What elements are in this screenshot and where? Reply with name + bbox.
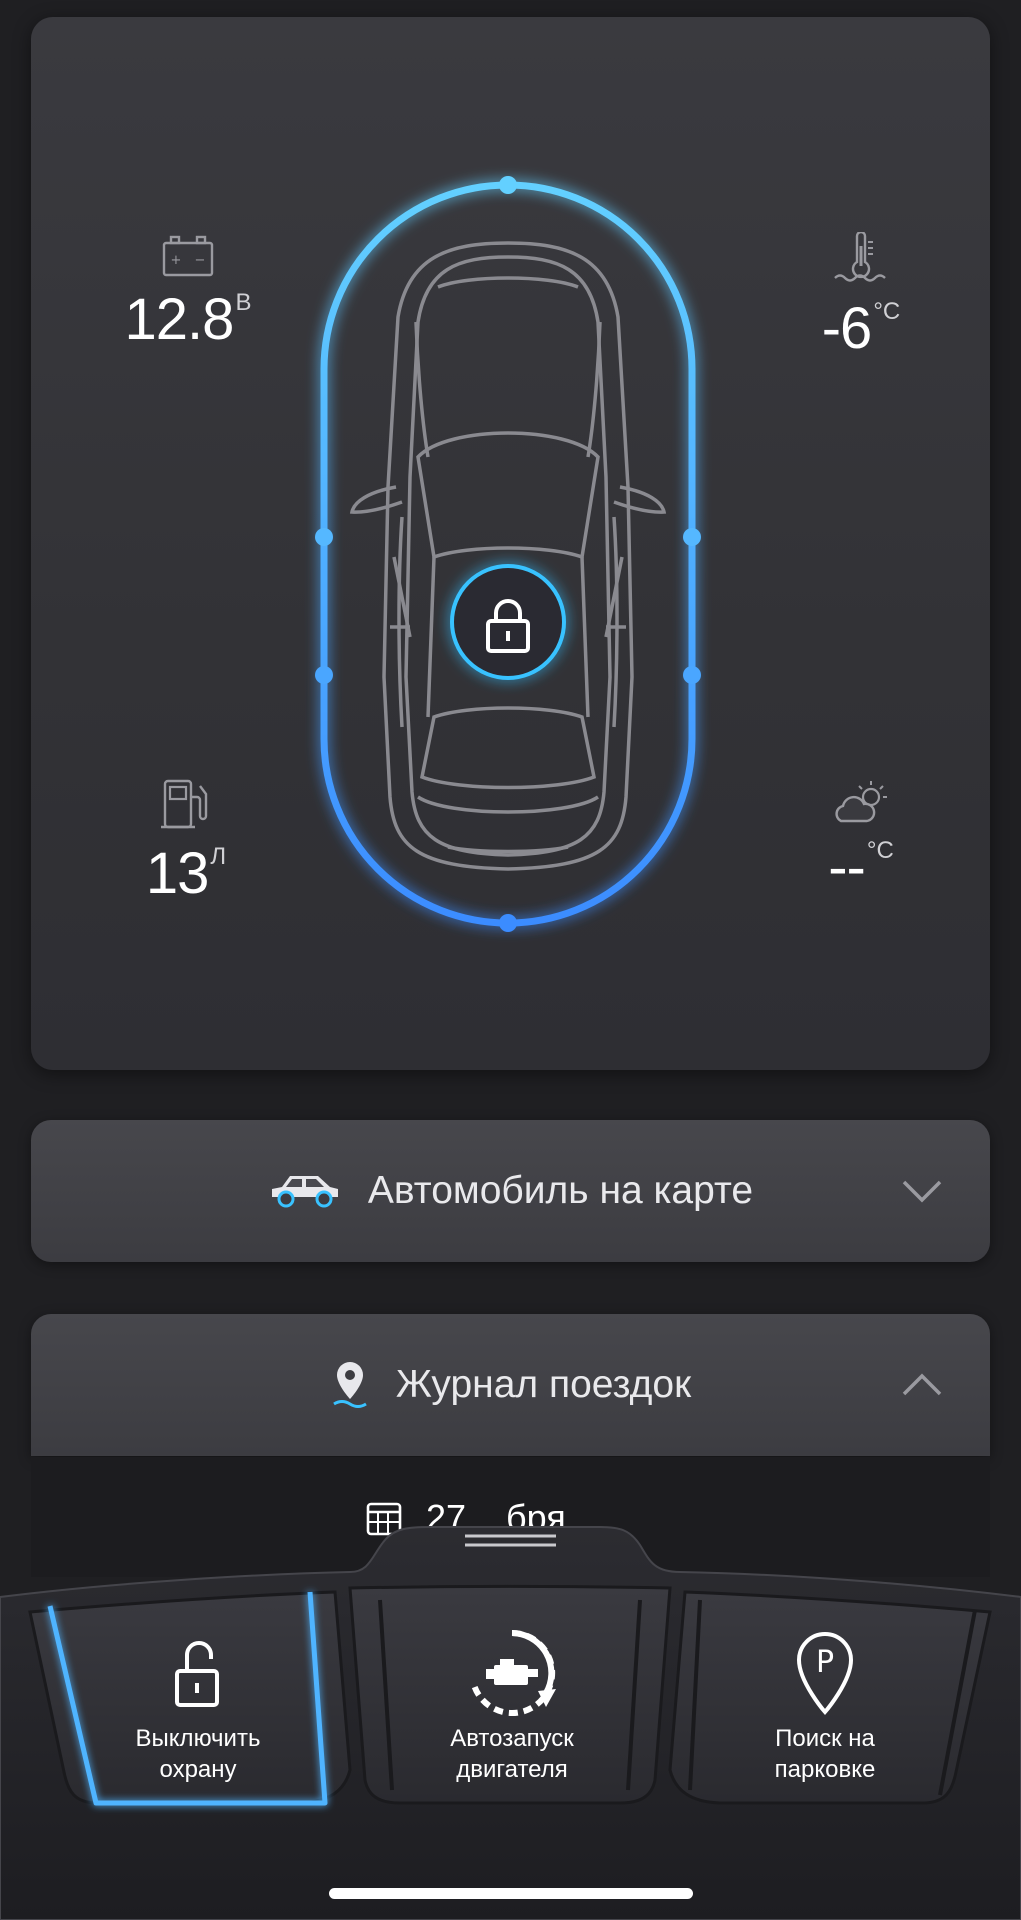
parking-pin-icon: P bbox=[796, 1631, 854, 1716]
trip-log-section[interactable]: Журнал поездок bbox=[31, 1314, 990, 1456]
quick-actions-panel: Выключить охрану Автозапуск двигателя P … bbox=[0, 1500, 1021, 1920]
engine-start-icon bbox=[471, 1629, 556, 1716]
engine-temp-unit: °C bbox=[873, 298, 901, 325]
engine-autostart-button[interactable]: Автозапуск двигателя bbox=[365, 1595, 660, 1805]
fuel-unit: Л bbox=[210, 843, 227, 870]
disarm-button[interactable]: Выключить охрану bbox=[45, 1595, 340, 1805]
disarm-label: Выключить охрану bbox=[135, 1725, 261, 1783]
home-indicator[interactable] bbox=[329, 1888, 693, 1899]
trip-log-title: Журнал поездок bbox=[395, 1363, 692, 1406]
outside-temp-value: -- bbox=[828, 835, 866, 900]
engine-autostart-label: Автозапуск двигателя bbox=[450, 1725, 574, 1783]
engine-temp-value: -6 bbox=[821, 296, 873, 361]
car-outline bbox=[349, 241, 667, 871]
fuel-metric: 13Л bbox=[106, 775, 266, 903]
coolant-temperature-icon bbox=[834, 232, 886, 282]
car-security-visual[interactable] bbox=[298, 157, 718, 947]
battery-voltage: 12.8 bbox=[124, 287, 235, 352]
car-on-map-section[interactable]: Автомобиль на карте bbox=[31, 1120, 990, 1262]
svg-text:+: + bbox=[171, 253, 182, 268]
parking-search-label: Поиск на парковке bbox=[774, 1725, 876, 1783]
outside-temp-metric: --°C bbox=[781, 779, 941, 897]
vehicle-status-card: + − 12.8В -6°C 13Л --°C bbox=[31, 17, 990, 1070]
partly-cloudy-icon bbox=[835, 781, 887, 823]
unlock-icon bbox=[175, 1641, 219, 1707]
svg-text:−: − bbox=[195, 253, 206, 268]
outside-temp-unit: °C bbox=[866, 837, 894, 864]
fuel-level: 13 bbox=[145, 841, 210, 906]
battery-icon: + − bbox=[162, 235, 214, 277]
fuel-pump-icon bbox=[161, 779, 208, 829]
engine-temp-metric: -6°C bbox=[781, 232, 941, 358]
battery-metric: + − 12.8В bbox=[93, 235, 283, 349]
car-icon bbox=[271, 1176, 338, 1208]
parking-search-button[interactable]: P Поиск на парковке bbox=[690, 1595, 985, 1805]
chevron-down-icon[interactable] bbox=[902, 1179, 942, 1203]
battery-unit: В bbox=[235, 289, 252, 316]
map-section-title: Автомобиль на карте bbox=[367, 1169, 754, 1212]
chevron-up-icon[interactable] bbox=[902, 1373, 942, 1397]
svg-text:P: P bbox=[816, 1645, 834, 1680]
location-pin-icon bbox=[333, 1362, 367, 1408]
